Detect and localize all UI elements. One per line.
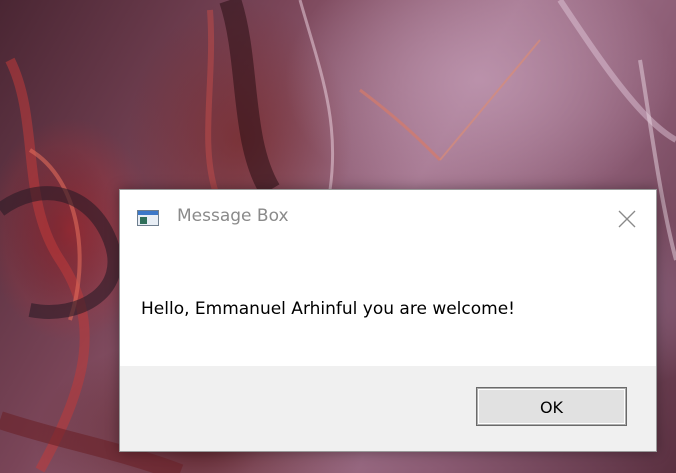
dialog-message: Hello, Emmanuel Arhinful you are welcome… <box>141 299 515 319</box>
dialog-title: Message Box <box>177 206 289 226</box>
dialog-content: Hello, Emmanuel Arhinful you are welcome… <box>120 248 656 366</box>
message-box-dialog: Message Box Hello, Emmanuel Arhinful you… <box>119 189 657 452</box>
dialog-footer: OK <box>120 366 656 451</box>
close-icon <box>618 210 636 228</box>
close-button[interactable] <box>610 202 644 236</box>
ok-button[interactable]: OK <box>477 388 626 425</box>
dialog-titlebar[interactable]: Message Box <box>120 190 656 248</box>
window-app-icon <box>137 210 159 226</box>
